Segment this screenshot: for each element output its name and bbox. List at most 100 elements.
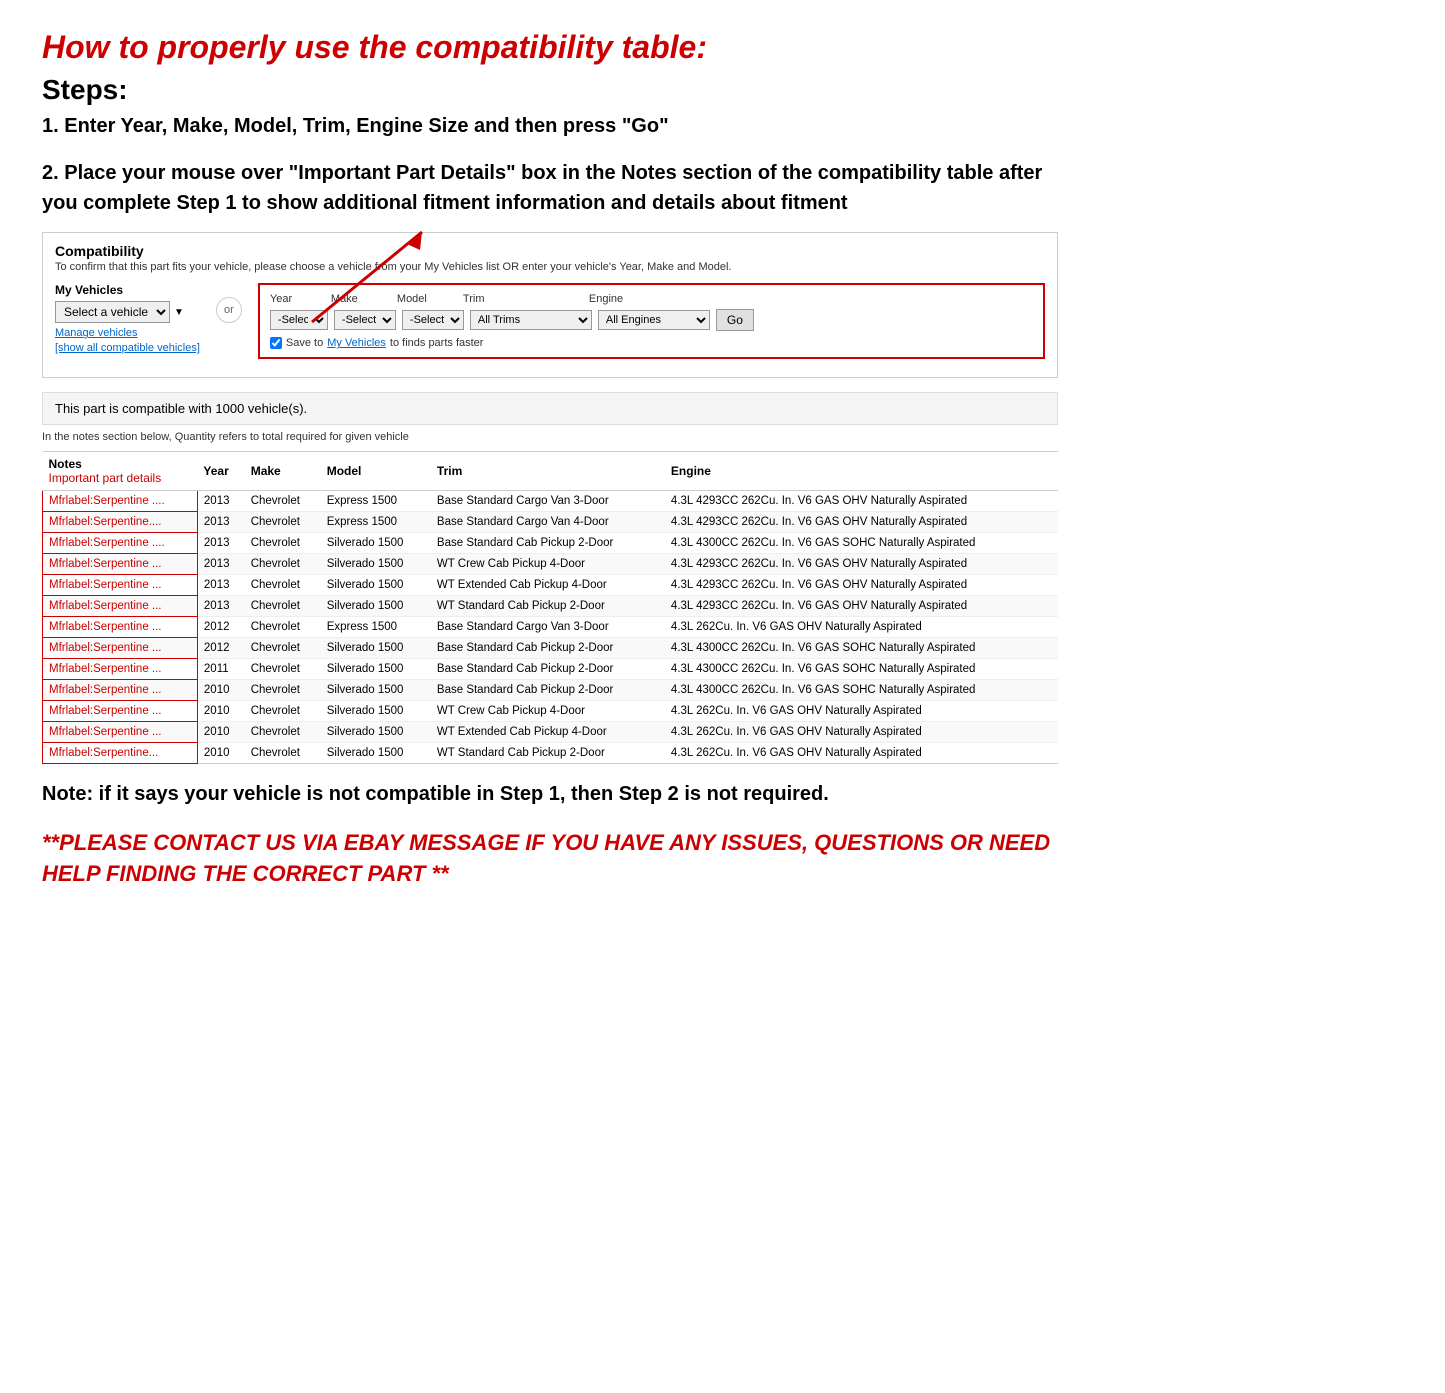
model-select[interactable]: -Select- bbox=[402, 310, 464, 330]
compat-subtitle: To confirm that this part fits your vehi… bbox=[55, 261, 1045, 273]
table-row-trim: Base Standard Cab Pickup 2-Door bbox=[431, 533, 665, 554]
table-row-trim: Base Standard Cab Pickup 2-Door bbox=[431, 638, 665, 659]
table-row-make: Chevrolet bbox=[245, 722, 321, 743]
table-row-engine: 4.3L 262Cu. In. V6 GAS OHV Naturally Asp… bbox=[665, 701, 1058, 722]
table-row: Mfrlabel:Serpentine ...2012ChevroletExpr… bbox=[43, 617, 1059, 638]
table-row-make: Chevrolet bbox=[245, 680, 321, 701]
engine-col-header: Engine bbox=[665, 452, 1058, 491]
table-row-make: Chevrolet bbox=[245, 533, 321, 554]
table-row-year: 2013 bbox=[197, 554, 244, 575]
table-row-trim: WT Extended Cab Pickup 4-Door bbox=[431, 722, 665, 743]
table-row-model: Silverado 1500 bbox=[321, 575, 431, 596]
save-row: Save to My Vehicles to finds parts faste… bbox=[270, 337, 1033, 349]
table-row-year: 2013 bbox=[197, 533, 244, 554]
table-row-notes: Mfrlabel:Serpentine... bbox=[43, 743, 198, 764]
table-row-engine: 4.3L 4300CC 262Cu. In. V6 GAS SOHC Natur… bbox=[665, 659, 1058, 680]
quantity-note: In the notes section below, Quantity ref… bbox=[42, 431, 1058, 443]
table-row-model: Silverado 1500 bbox=[321, 743, 431, 764]
engine-label: Engine bbox=[589, 293, 699, 305]
table-row: Mfrlabel:Serpentine ...2010ChevroletSilv… bbox=[43, 722, 1059, 743]
trim-select[interactable]: All Trims bbox=[470, 310, 592, 330]
table-row-year: 2012 bbox=[197, 617, 244, 638]
table-row-year: 2011 bbox=[197, 659, 244, 680]
table-row-model: Express 1500 bbox=[321, 491, 431, 512]
engine-select[interactable]: All Engines bbox=[598, 310, 710, 330]
table-row-year: 2010 bbox=[197, 722, 244, 743]
table-row-year: 2010 bbox=[197, 701, 244, 722]
table-row-notes: Mfrlabel:Serpentine .... bbox=[43, 533, 198, 554]
table-row-trim: WT Crew Cab Pickup 4-Door bbox=[431, 554, 665, 575]
model-label: Model bbox=[397, 293, 457, 305]
table-row-year: 2013 bbox=[197, 596, 244, 617]
table-row-engine: 4.3L 262Cu. In. V6 GAS OHV Naturally Asp… bbox=[665, 743, 1058, 764]
go-button[interactable]: Go bbox=[716, 309, 754, 331]
compat-title: Compatibility bbox=[55, 243, 1045, 259]
year-select[interactable]: -Select- bbox=[270, 310, 328, 330]
page-main-title: How to properly use the compatibility ta… bbox=[42, 28, 1058, 66]
year-col-header: Year bbox=[197, 452, 244, 491]
table-row-model: Silverado 1500 bbox=[321, 554, 431, 575]
table-row-notes: Mfrlabel:Serpentine ... bbox=[43, 554, 198, 575]
table-row-trim: Base Standard Cab Pickup 2-Door bbox=[431, 659, 665, 680]
table-row-trim: Base Standard Cargo Van 3-Door bbox=[431, 491, 665, 512]
step2-text: 2. Place your mouse over "Important Part… bbox=[42, 158, 1058, 218]
table-row: Mfrlabel:Serpentine ...2010ChevroletSilv… bbox=[43, 680, 1059, 701]
table-row: Mfrlabel:Serpentine ...2011ChevroletSilv… bbox=[43, 659, 1059, 680]
table-row-trim: WT Standard Cab Pickup 2-Door bbox=[431, 743, 665, 764]
manage-vehicles-link[interactable]: Manage vehicles bbox=[55, 327, 200, 339]
table-row-trim: WT Crew Cab Pickup 4-Door bbox=[431, 701, 665, 722]
step1-text: 1. Enter Year, Make, Model, Trim, Engine… bbox=[42, 112, 1058, 140]
trim-col-header: Trim bbox=[431, 452, 665, 491]
table-row-engine: 4.3L 4300CC 262Cu. In. V6 GAS SOHC Natur… bbox=[665, 680, 1058, 701]
bottom-note: Note: if it says your vehicle is not com… bbox=[42, 780, 1058, 808]
table-row-model: Express 1500 bbox=[321, 617, 431, 638]
model-col-header: Model bbox=[321, 452, 431, 491]
save-suffix: to finds parts faster bbox=[390, 337, 484, 349]
table-row-make: Chevrolet bbox=[245, 701, 321, 722]
table-row-notes: Mfrlabel:Serpentine ... bbox=[43, 617, 198, 638]
year-label: Year bbox=[270, 293, 325, 305]
compatibility-section: Compatibility To confirm that this part … bbox=[42, 232, 1058, 378]
table-row-notes: Mfrlabel:Serpentine ... bbox=[43, 575, 198, 596]
table-row-engine: 4.3L 4300CC 262Cu. In. V6 GAS SOHC Natur… bbox=[665, 533, 1058, 554]
table-row-engine: 4.3L 262Cu. In. V6 GAS OHV Naturally Asp… bbox=[665, 722, 1058, 743]
dropdown-arrow-icon: ▼ bbox=[174, 307, 184, 318]
save-checkbox[interactable] bbox=[270, 337, 282, 349]
trim-label: Trim bbox=[463, 293, 583, 305]
table-row-model: Silverado 1500 bbox=[321, 659, 431, 680]
or-divider: or bbox=[216, 297, 242, 323]
save-text: Save to bbox=[286, 337, 323, 349]
table-row-trim: Base Standard Cab Pickup 2-Door bbox=[431, 680, 665, 701]
show-all-link[interactable]: [show all compatible vehicles] bbox=[55, 342, 200, 354]
table-row-model: Silverado 1500 bbox=[321, 596, 431, 617]
table-row-engine: 4.3L 4293CC 262Cu. In. V6 GAS OHV Natura… bbox=[665, 596, 1058, 617]
table-row-make: Chevrolet bbox=[245, 596, 321, 617]
table-row-trim: WT Extended Cab Pickup 4-Door bbox=[431, 575, 665, 596]
table-row-notes: Mfrlabel:Serpentine ... bbox=[43, 722, 198, 743]
compatible-notice: This part is compatible with 1000 vehicl… bbox=[42, 392, 1058, 425]
table-row-model: Silverado 1500 bbox=[321, 680, 431, 701]
table-row: Mfrlabel:Serpentine ....2013ChevroletExp… bbox=[43, 491, 1059, 512]
table-row-year: 2012 bbox=[197, 638, 244, 659]
vehicle-select[interactable]: Select a vehicle bbox=[55, 301, 170, 323]
table-row-year: 2013 bbox=[197, 512, 244, 533]
make-select[interactable]: -Select- bbox=[334, 310, 396, 330]
table-row-year: 2013 bbox=[197, 575, 244, 596]
table-row-notes: Mfrlabel:Serpentine ... bbox=[43, 659, 198, 680]
table-row: Mfrlabel:Serpentine ...2012ChevroletSilv… bbox=[43, 638, 1059, 659]
my-vehicles-save-link[interactable]: My Vehicles bbox=[327, 337, 386, 349]
table-row-make: Chevrolet bbox=[245, 575, 321, 596]
table-row-notes: Mfrlabel:Serpentine.... bbox=[43, 512, 198, 533]
table-row-engine: 4.3L 4293CC 262Cu. In. V6 GAS OHV Natura… bbox=[665, 575, 1058, 596]
table-row-year: 2013 bbox=[197, 491, 244, 512]
table-row-make: Chevrolet bbox=[245, 659, 321, 680]
table-row-trim: WT Standard Cab Pickup 2-Door bbox=[431, 596, 665, 617]
table-row-notes: Mfrlabel:Serpentine ... bbox=[43, 701, 198, 722]
table-row-notes: Mfrlabel:Serpentine .... bbox=[43, 491, 198, 512]
compatibility-table: Notes Important part details Year Make M… bbox=[42, 451, 1058, 764]
steps-heading: Steps: bbox=[42, 74, 1058, 106]
table-row-model: Express 1500 bbox=[321, 512, 431, 533]
make-col-header: Make bbox=[245, 452, 321, 491]
make-label: Make bbox=[331, 293, 391, 305]
table-row-trim: Base Standard Cargo Van 3-Door bbox=[431, 617, 665, 638]
